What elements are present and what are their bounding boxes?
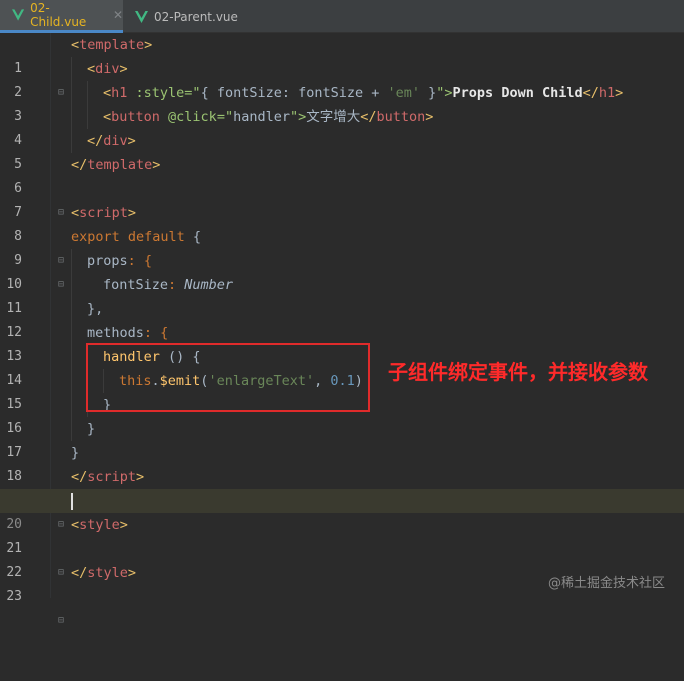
tab-label: 02-Parent.vue xyxy=(154,9,238,24)
token: : xyxy=(168,277,185,293)
tab-child-vue[interactable]: 02-Child.vue ✕ xyxy=(0,0,123,33)
token: </ xyxy=(71,157,88,173)
token: "> xyxy=(436,85,453,101)
text-caret xyxy=(71,493,73,510)
token: </ xyxy=(582,85,599,101)
token: } xyxy=(420,85,437,101)
code-line: 18 ⊟ } xyxy=(0,441,684,506)
token: < xyxy=(71,37,80,53)
token: { xyxy=(192,229,202,245)
token: handler xyxy=(233,109,290,125)
highlight-box xyxy=(86,343,370,412)
code-line: 5 </div> xyxy=(0,129,684,172)
close-icon[interactable]: ✕ xyxy=(113,8,123,22)
code-line: 10 props: { xyxy=(0,249,684,292)
code-editor[interactable]: 1 ⊟ <template> 2 <div> 3 <h1 :style="{ f… xyxy=(0,33,684,626)
token: } xyxy=(71,445,80,461)
token: > xyxy=(119,517,128,533)
code-line: 11 fontSize: Number xyxy=(0,273,684,316)
code-line: 2 <div> xyxy=(0,57,684,100)
token: > xyxy=(615,85,624,101)
code-line: 13 methods: { xyxy=(0,321,684,364)
line-number: 23 xyxy=(6,589,22,604)
token: } xyxy=(87,421,96,437)
token: Props Down Child xyxy=(452,85,583,101)
token: div xyxy=(95,61,120,77)
code-line: 9 ⊟ export default { xyxy=(0,225,684,290)
token: 'em' xyxy=(387,85,421,101)
token: </ xyxy=(87,133,104,149)
code-line: 21 ⊟ <style> xyxy=(0,513,684,578)
token: < xyxy=(103,85,112,101)
fold-icon[interactable]: ⊟ xyxy=(58,609,64,633)
token: fontSize xyxy=(103,277,169,293)
token: }, xyxy=(87,301,104,317)
token: > xyxy=(127,205,137,221)
annotation-text: 子组件绑定事件，并接收参数 xyxy=(388,360,648,384)
token: :style=" xyxy=(135,85,201,101)
code-line: 7 xyxy=(0,177,684,220)
tab-parent-vue[interactable]: 02-Parent.vue xyxy=(123,0,247,33)
code-line: 12 }, xyxy=(0,297,684,340)
token: </ xyxy=(71,469,88,485)
code-line: 1 ⊟ <template> xyxy=(0,33,684,98)
token: { fontSize: fontSize + xyxy=(200,85,388,101)
token: @click=" xyxy=(168,109,234,125)
token: </ xyxy=(360,109,377,125)
code-line: 4 <button @click="handler">文字增大</button> xyxy=(0,105,684,148)
token: export default xyxy=(71,229,193,245)
token: > xyxy=(152,157,161,173)
token: : { xyxy=(143,325,169,341)
token: template xyxy=(79,37,145,53)
editor-tab-bar: 02-Child.vue ✕ 02-Parent.vue xyxy=(0,0,684,33)
token: button xyxy=(376,109,426,125)
token: h1 xyxy=(598,85,616,101)
token: > xyxy=(425,109,434,125)
tab-label: 02-Child.vue xyxy=(30,1,87,29)
code-line-current: 20 xyxy=(0,489,684,532)
token: button xyxy=(111,109,169,125)
token: : { xyxy=(127,253,153,269)
code-line: 19 ⊟ </script> xyxy=(0,465,684,530)
token: style xyxy=(79,517,120,533)
code-line: 22 xyxy=(0,537,684,580)
token: > xyxy=(136,469,145,485)
token: h1 xyxy=(111,85,136,101)
token: < xyxy=(87,61,96,77)
token: < xyxy=(71,205,80,221)
token: > xyxy=(127,133,136,149)
token: template xyxy=(87,157,153,173)
token: > xyxy=(119,61,128,77)
code-line: 17 } xyxy=(0,417,684,460)
token: script xyxy=(79,205,128,221)
token: props xyxy=(87,253,128,269)
token: script xyxy=(87,469,137,485)
token: < xyxy=(103,109,112,125)
token: </ xyxy=(71,565,88,581)
token: 文字增大 xyxy=(306,109,361,125)
token: > xyxy=(127,565,137,581)
token: style xyxy=(87,565,128,581)
token: > xyxy=(144,37,153,53)
token: methods xyxy=(87,325,144,341)
token: div xyxy=(103,133,128,149)
token: < xyxy=(71,517,80,533)
token: Number xyxy=(184,277,234,293)
code-line: 3 <h1 :style="{ fontSize: fontSize + 'em… xyxy=(0,81,684,124)
vue-logo-icon xyxy=(135,10,148,23)
vue-logo-icon xyxy=(12,9,25,21)
code-line: 6 ⊟ </template> xyxy=(0,153,684,218)
watermark: @稀土掘金技术社区 xyxy=(548,576,666,591)
token: "> xyxy=(289,109,307,125)
code-line: 8 ⊟ <script> xyxy=(0,201,684,266)
